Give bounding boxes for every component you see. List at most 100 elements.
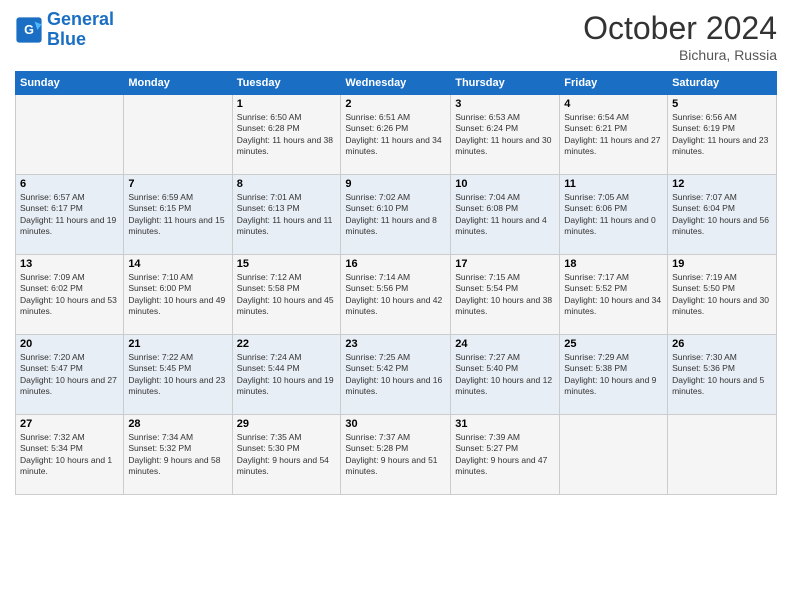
day-info: Sunrise: 6:51 AM Sunset: 6:26 PM Dayligh… [345,112,446,158]
day-number: 2 [345,98,446,110]
calendar-cell: 31Sunrise: 7:39 AM Sunset: 5:27 PM Dayli… [451,415,560,495]
calendar-cell: 9 Sunrise: 7:02 AM Sunset: 6:10 PM Daylig… [341,175,451,255]
title-block: October 2024 Bichura, Russia [583,10,777,63]
day-info: Sunrise: 7:27 AM Sunset: 5:40 PM Dayligh… [455,352,555,398]
calendar-cell [124,95,232,175]
logo-name: General Blue [47,10,114,50]
weekday-thursday: Thursday [451,72,560,95]
day-number: 5 [672,98,772,110]
logo: G General Blue [15,10,114,50]
calendar-cell: 24 Sunrise: 7:27 AM Sunset: 5:40 PM Dayli… [451,335,560,415]
weekday-friday: Friday [560,72,668,95]
day-info: Sunrise: 7:20 AM Sunset: 5:47 PM Dayligh… [20,352,119,398]
calendar-cell: 13Sunrise: 7:09 AM Sunset: 6:02 PM Dayli… [16,255,124,335]
calendar-cell: 17Sunrise: 7:15 AM Sunset: 5:54 PM Dayli… [451,255,560,335]
calendar-cell: 4 Sunrise: 6:54 AM Sunset: 6:21 PM Daylig… [560,95,668,175]
day-info: Sunrise: 6:53 AM Sunset: 6:24 PM Dayligh… [455,112,555,158]
day-info: Sunrise: 6:54 AM Sunset: 6:21 PM Dayligh… [564,112,663,158]
day-number: 8 [237,178,337,190]
weekday-header-row: SundayMondayTuesdayWednesdayThursdayFrid… [16,72,777,95]
calendar-cell: 8 Sunrise: 7:01 AM Sunset: 6:13 PM Daylig… [232,175,341,255]
day-number: 3 [455,98,555,110]
day-number: 23 [345,338,446,350]
day-info: Sunrise: 6:50 AM Sunset: 6:28 PM Dayligh… [237,112,337,158]
day-number: 12 [672,178,772,190]
day-number: 14 [128,258,227,270]
day-number: 29 [237,418,337,430]
calendar-cell: 27 Sunrise: 7:32 AM Sunset: 5:34 PM Dayli… [16,415,124,495]
calendar-cell: 18Sunrise: 7:17 AM Sunset: 5:52 PM Dayli… [560,255,668,335]
calendar-cell: 2 Sunrise: 6:51 AM Sunset: 6:26 PM Daylig… [341,95,451,175]
calendar-cell: 6 Sunrise: 6:57 AM Sunset: 6:17 PM Daylig… [16,175,124,255]
day-info: Sunrise: 7:05 AM Sunset: 6:06 PM Dayligh… [564,192,663,238]
calendar-cell: 29 Sunrise: 7:35 AM Sunset: 5:30 PM Dayli… [232,415,341,495]
day-info: Sunrise: 7:29 AM Sunset: 5:38 PM Dayligh… [564,352,663,398]
day-info: Sunrise: 7:10 AM Sunset: 6:00 PM Dayligh… [128,272,227,318]
day-number: 6 [20,178,119,190]
day-info: Sunrise: 7:25 AM Sunset: 5:42 PM Dayligh… [345,352,446,398]
day-number: 16 [345,258,446,270]
day-number: 7 [128,178,227,190]
day-info: Sunrise: 7:02 AM Sunset: 6:10 PM Dayligh… [345,192,446,238]
day-info: Sunrise: 7:01 AM Sunset: 6:13 PM Dayligh… [237,192,337,238]
day-info: Sunrise: 6:56 AM Sunset: 6:19 PM Dayligh… [672,112,772,158]
day-info: Sunrise: 7:07 AM Sunset: 6:04 PM Dayligh… [672,192,772,238]
day-info: Sunrise: 6:57 AM Sunset: 6:17 PM Dayligh… [20,192,119,238]
day-info: Sunrise: 7:34 AM Sunset: 5:32 PM Dayligh… [128,432,227,478]
week-row-5: 27 Sunrise: 7:32 AM Sunset: 5:34 PM Dayli… [16,415,777,495]
calendar-cell: 1 Sunrise: 6:50 AM Sunset: 6:28 PM Daylig… [232,95,341,175]
svg-text:G: G [24,23,34,37]
day-info: Sunrise: 7:15 AM Sunset: 5:54 PM Dayligh… [455,272,555,318]
calendar-cell: 22Sunrise: 7:24 AM Sunset: 5:44 PM Dayli… [232,335,341,415]
day-info: Sunrise: 7:30 AM Sunset: 5:36 PM Dayligh… [672,352,772,398]
calendar-cell: 19Sunrise: 7:19 AM Sunset: 5:50 PM Dayli… [668,255,777,335]
weekday-saturday: Saturday [668,72,777,95]
day-number: 21 [128,338,227,350]
day-number: 11 [564,178,663,190]
day-info: Sunrise: 6:59 AM Sunset: 6:15 PM Dayligh… [128,192,227,238]
calendar-cell: 28 Sunrise: 7:34 AM Sunset: 5:32 PM Dayli… [124,415,232,495]
calendar-cell: 11 Sunrise: 7:05 AM Sunset: 6:06 PM Dayli… [560,175,668,255]
calendar-cell [560,415,668,495]
location: Bichura, Russia [583,47,777,63]
calendar-cell: 26Sunrise: 7:30 AM Sunset: 5:36 PM Dayli… [668,335,777,415]
day-number: 1 [237,98,337,110]
day-info: Sunrise: 7:19 AM Sunset: 5:50 PM Dayligh… [672,272,772,318]
calendar-cell [668,415,777,495]
calendar-cell: 20 Sunrise: 7:20 AM Sunset: 5:47 PM Dayli… [16,335,124,415]
weekday-monday: Monday [124,72,232,95]
day-info: Sunrise: 7:04 AM Sunset: 6:08 PM Dayligh… [455,192,555,238]
calendar-cell: 5 Sunrise: 6:56 AM Sunset: 6:19 PM Daylig… [668,95,777,175]
header: G General Blue October 2024 Bichura, Rus… [15,10,777,63]
day-number: 25 [564,338,663,350]
day-number: 20 [20,338,119,350]
day-info: Sunrise: 7:35 AM Sunset: 5:30 PM Dayligh… [237,432,337,478]
day-number: 28 [128,418,227,430]
day-number: 24 [455,338,555,350]
calendar-table: SundayMondayTuesdayWednesdayThursdayFrid… [15,71,777,495]
weekday-wednesday: Wednesday [341,72,451,95]
day-number: 9 [345,178,446,190]
day-info: Sunrise: 7:37 AM Sunset: 5:28 PM Dayligh… [345,432,446,478]
day-number: 27 [20,418,119,430]
week-row-3: 13Sunrise: 7:09 AM Sunset: 6:02 PM Dayli… [16,255,777,335]
day-info: Sunrise: 7:22 AM Sunset: 5:45 PM Dayligh… [128,352,227,398]
calendar-cell: 15Sunrise: 7:12 AM Sunset: 5:58 PM Dayli… [232,255,341,335]
day-info: Sunrise: 7:39 AM Sunset: 5:27 PM Dayligh… [455,432,555,478]
day-number: 22 [237,338,337,350]
calendar-cell: 3 Sunrise: 6:53 AM Sunset: 6:24 PM Daylig… [451,95,560,175]
day-info: Sunrise: 7:14 AM Sunset: 5:56 PM Dayligh… [345,272,446,318]
logo-icon: G [15,16,43,44]
day-info: Sunrise: 7:32 AM Sunset: 5:34 PM Dayligh… [20,432,119,478]
week-row-4: 20 Sunrise: 7:20 AM Sunset: 5:47 PM Dayli… [16,335,777,415]
day-number: 10 [455,178,555,190]
weekday-tuesday: Tuesday [232,72,341,95]
day-number: 15 [237,258,337,270]
week-row-1: 1 Sunrise: 6:50 AM Sunset: 6:28 PM Daylig… [16,95,777,175]
calendar-page: G General Blue October 2024 Bichura, Rus… [0,0,792,612]
day-number: 4 [564,98,663,110]
calendar-cell: 21 Sunrise: 7:22 AM Sunset: 5:45 PM Dayli… [124,335,232,415]
day-info: Sunrise: 7:17 AM Sunset: 5:52 PM Dayligh… [564,272,663,318]
calendar-cell: 7 Sunrise: 6:59 AM Sunset: 6:15 PM Daylig… [124,175,232,255]
day-number: 30 [345,418,446,430]
